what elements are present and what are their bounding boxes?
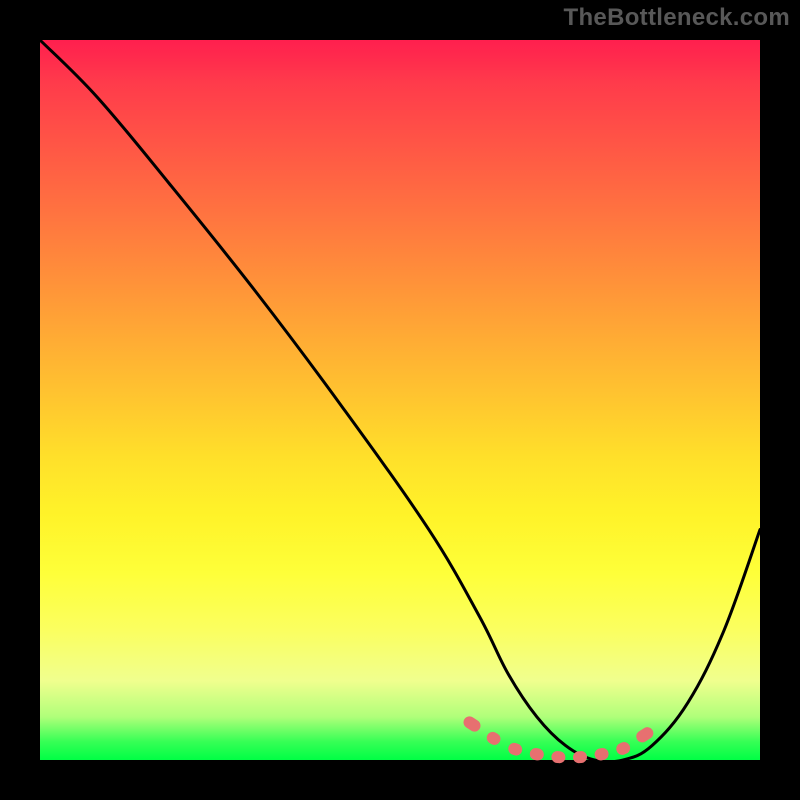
watermark-text: TheBottleneck.com [564,4,790,32]
bottleneck-curve-line [40,40,760,762]
valley-marker [507,741,524,757]
valley-marker [634,725,656,745]
valley-marker [529,747,545,761]
valley-marker [614,740,632,757]
valley-marker [485,730,503,747]
chart-canvas: TheBottleneck.com [0,0,800,800]
valley-marker [461,714,483,734]
valley-marker [551,751,566,764]
chart-overlay [40,40,760,760]
